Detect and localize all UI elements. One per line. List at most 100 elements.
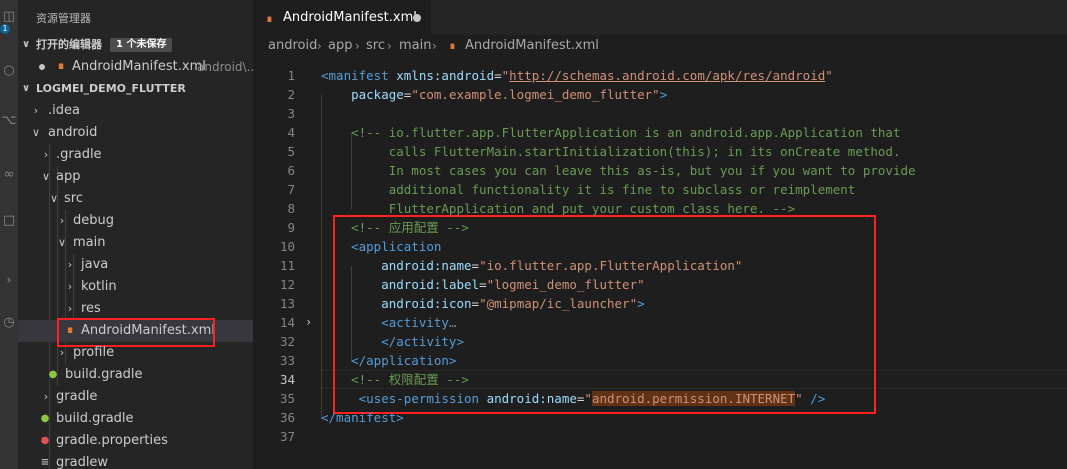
code-token: </activity>	[321, 334, 464, 349]
tree-item-profile[interactable]: › profile	[18, 342, 253, 364]
source-control-icon[interactable]: ⌥	[0, 112, 18, 130]
code-line[interactable]: FlutterApplication and put your custom c…	[321, 199, 795, 218]
breadcrumb-item[interactable]: AndroidManifest.xml	[465, 35, 599, 57]
code-token: "logmei_demo_flutter"	[486, 277, 645, 292]
line-number: 4	[287, 125, 295, 140]
tree-item-res[interactable]: › res	[18, 298, 253, 320]
code-line[interactable]: <uses-permission android:name="android.p…	[321, 389, 825, 408]
line-number: 9	[287, 220, 295, 235]
open-editors-header[interactable]: ∨ 打开的编辑器 1 个未保存	[18, 34, 253, 56]
code-line[interactable]: <!-- 权限配置 -->	[321, 370, 469, 389]
unsaved-badge: 1 个未保存	[110, 38, 173, 52]
code-line[interactable]: In most cases you can leave this as-is, …	[321, 161, 916, 180]
tree-item-gradle[interactable]: › gradle	[18, 386, 253, 408]
code-line[interactable]: <application	[321, 237, 441, 256]
code-line[interactable]: calls FlutterMain.startInitialization(th…	[321, 142, 901, 161]
open-editors-label: 打开的编辑器	[36, 38, 102, 51]
code-line[interactable]: android:icon="@mipmap/ic_launcher">	[321, 294, 644, 313]
code-token: "	[825, 68, 833, 83]
gradle-file-icon: ●	[40, 413, 50, 424]
code-token: <!-- io.flutter.app.FlutterApplication i…	[321, 125, 901, 140]
tree-item-debug[interactable]: › debug	[18, 210, 253, 232]
chevron-right-icon: ›	[59, 346, 65, 359]
tree-item-label: android	[48, 125, 98, 140]
code-token: =	[471, 296, 480, 311]
code-token: http://schemas.android.com/apk/res/andro…	[509, 68, 826, 83]
unsaved-count-badge: 1	[0, 24, 10, 34]
code-line[interactable]: android:label="logmei_demo_flutter"	[321, 275, 645, 294]
tree-item-gradle-properties[interactable]: ● gradle.properties	[18, 430, 253, 452]
line-number: 34	[279, 372, 295, 387]
code-line[interactable]: <activity…	[321, 313, 456, 332]
tree-item-app[interactable]: ∨ app	[18, 166, 253, 188]
rss-file-icon: ∎	[57, 61, 65, 72]
code-line[interactable]: </manifest>	[321, 408, 404, 427]
history-icon[interactable]: ◷	[0, 314, 18, 332]
tree-item-label: main	[73, 235, 106, 250]
tree-item-java[interactable]: › java	[18, 254, 253, 276]
code-line[interactable]: <!-- 应用配置 -->	[321, 218, 469, 237]
tree-item-main[interactable]: ∨ main	[18, 232, 253, 254]
code-token: </manifest>	[321, 410, 404, 425]
project-label: LOGMEI_DEMO_FLUTTER	[36, 82, 186, 95]
tree-item-idea[interactable]: › .idea	[18, 100, 253, 122]
line-number: 3	[287, 106, 295, 121]
tree-item-build-gradle[interactable]: ● build.gradle	[18, 408, 253, 430]
tree-item-label: res	[81, 301, 101, 316]
remote-icon[interactable]: ›	[0, 272, 18, 290]
project-header[interactable]: ∨ LOGMEI_DEMO_FLUTTER	[18, 78, 253, 100]
line-number: 2	[287, 87, 295, 102]
explorer-sidebar: 资源管理器 ∨ 打开的编辑器 1 个未保存 ∎ AndroidManifest.…	[18, 0, 253, 469]
line-number: 6	[287, 163, 295, 178]
tree-item-label: gradle.properties	[56, 433, 168, 448]
code-line[interactable]: android:name="io.flutter.app.FlutterAppl…	[321, 256, 742, 275]
tree-item-gradle-folder[interactable]: › .gradle	[18, 144, 253, 166]
chevron-right-icon: ›	[43, 390, 49, 403]
code-token: <application	[321, 239, 442, 254]
breadcrumb-item[interactable]: app	[328, 35, 352, 57]
code-line[interactable]: <!-- io.flutter.app.FlutterApplication i…	[321, 123, 900, 142]
sidebar-title: 资源管理器	[36, 12, 91, 25]
breadcrumb-item[interactable]: android	[268, 35, 317, 57]
tree-item-label: .idea	[48, 103, 80, 118]
code-line[interactable]: <manifest xmlns:android= "http://schemas.…	[321, 66, 833, 85]
code-token: "com.example.logmei_demo_flutter"	[411, 87, 660, 102]
tree-item-gradlew[interactable]: ≡ gradlew	[18, 452, 253, 469]
line-number: 33	[279, 353, 295, 368]
fold-chevron-right-icon[interactable]: ›	[305, 313, 312, 332]
tree-item-app-build-gradle[interactable]: ● build.gradle	[18, 364, 253, 386]
breadcrumb-item[interactable]: main	[399, 35, 431, 57]
code-editor[interactable]: › 1 <manifest xmlns:android="http://schem…	[253, 57, 1067, 469]
chevron-down-icon: ∨	[49, 192, 59, 205]
tree-item-src[interactable]: ∨ src	[18, 188, 253, 210]
code-line[interactable]: additional functionality it is fine to s…	[321, 180, 856, 199]
breadcrumb-item[interactable]: src	[366, 35, 385, 57]
chevron-down-icon: ∨	[31, 126, 41, 139]
code-line[interactable]: package="com.example.logmei_demo_flutter…	[321, 85, 667, 104]
chevron-right-icon: ›	[67, 280, 73, 293]
tab-androidmanifest[interactable]: ∎ AndroidManifest.xml	[253, 0, 431, 35]
code-token: =	[494, 68, 502, 83]
code-line[interactable]: </activity>	[321, 332, 464, 351]
debug-icon[interactable]: ∞	[0, 166, 18, 184]
code-token: additional functionality it is fine to s…	[321, 182, 856, 197]
tab-label: AndroidManifest.xml	[283, 10, 417, 25]
code-line[interactable]: </application>	[321, 351, 456, 370]
open-editor-item[interactable]: ∎ AndroidManifest.xml android\...	[18, 56, 253, 78]
extensions-icon[interactable]: □	[0, 212, 18, 230]
chevron-right-icon: ›	[317, 39, 322, 53]
chevron-down-icon: ∨	[57, 236, 67, 249]
tree-item-kotlin[interactable]: › kotlin	[18, 276, 253, 298]
tree-item-label: kotlin	[81, 279, 117, 294]
code-token: =	[479, 277, 487, 292]
tree-item-android[interactable]: ∨ android	[18, 122, 253, 144]
search-icon[interactable]: ○	[0, 62, 18, 80]
unsaved-dot-icon[interactable]	[413, 14, 421, 22]
chevron-right-icon: ›	[387, 39, 392, 53]
code-token: …	[448, 315, 457, 330]
